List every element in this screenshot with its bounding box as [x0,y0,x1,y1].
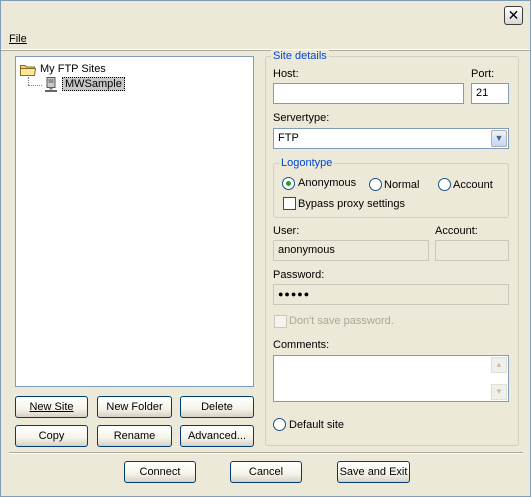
delete-label: Delete [201,401,233,413]
new-folder-label: New Folder [106,401,163,413]
connect-button[interactable]: Connect [124,461,196,483]
password-label: Password: [273,269,325,281]
servertype-select[interactable]: FTP ▼ [273,128,509,149]
separator [9,452,523,454]
delete-button[interactable]: Delete [180,396,254,418]
password-field[interactable]: ●●●●● [273,284,509,305]
account-radio[interactable] [438,178,451,191]
port-field[interactable]: 21 [471,83,509,104]
close-button[interactable]: ✕ [504,6,523,25]
account-field[interactable] [435,240,509,261]
default-site-radio[interactable] [273,418,286,431]
tree-child-label: MWSample [62,77,125,91]
user-field[interactable]: anonymous [273,240,429,261]
account-field-label: Account: [435,225,478,237]
default-site-label: Default site [289,419,345,431]
port-label: Port: [471,68,495,80]
site-manager-window: ✕ File My FTP Sites MWSample New Site Ne… [0,0,531,497]
title-bar: ✕ [1,1,530,31]
new-site-button[interactable]: New Site [15,396,88,418]
site-tree[interactable]: My FTP Sites MWSample [15,56,254,387]
normal-label: Normal [384,179,420,191]
folder-icon [20,64,36,76]
host-field[interactable] [273,83,464,104]
scroll-up-icon[interactable]: ▲ [491,357,507,373]
advanced-label: Advanced... [187,430,247,442]
chevron-down-icon[interactable]: ▼ [491,130,507,147]
save-and-exit-button[interactable]: Save and Exit [337,461,410,483]
tree-item-my-ftp-sites[interactable]: My FTP Sites [20,61,106,77]
new-folder-button[interactable]: New Folder [97,396,172,418]
server-icon [45,76,57,92]
copy-label: Copy [38,430,65,442]
servertype-value: FTP [278,132,299,144]
site-details-title: Site details [271,50,329,62]
logontype-title: Logontype [279,157,335,169]
new-site-label: New Site [29,401,74,413]
dont-save-password-checkbox[interactable] [274,315,287,328]
menu-bar: File [1,31,530,50]
rename-button[interactable]: Rename [97,425,172,447]
comments-textarea[interactable]: ▲ ▼ [273,355,509,402]
menu-file[interactable]: File [9,33,27,45]
bypass-proxy-label: Bypass proxy settings [298,198,405,210]
anonymous-label: Anonymous [298,177,357,189]
servertype-label: Servertype: [273,112,330,124]
tree-connector [28,85,42,86]
tree-item-mwsample[interactable]: MWSample [44,76,125,92]
tree-root-label: My FTP Sites [40,63,106,75]
rename-label: Rename [113,430,156,442]
cancel-button[interactable]: Cancel [230,461,302,483]
connect-label: Connect [139,466,181,478]
tree-connector [28,77,29,85]
normal-radio[interactable] [369,178,382,191]
anonymous-radio[interactable] [282,177,295,190]
user-label: User: [273,225,300,237]
bypass-proxy-checkbox[interactable] [283,197,296,210]
close-icon: ✕ [507,7,520,23]
copy-button[interactable]: Copy [15,425,88,447]
dont-save-password-label: Don't save password. [289,315,394,327]
host-label: Host: [273,68,299,80]
cancel-label: Cancel [248,466,284,478]
comments-label: Comments: [273,339,330,351]
advanced-button[interactable]: Advanced... [180,425,254,447]
scroll-down-icon[interactable]: ▼ [491,384,507,400]
save-and-exit-label: Save and Exit [339,466,408,478]
account-label: Account [453,179,493,191]
